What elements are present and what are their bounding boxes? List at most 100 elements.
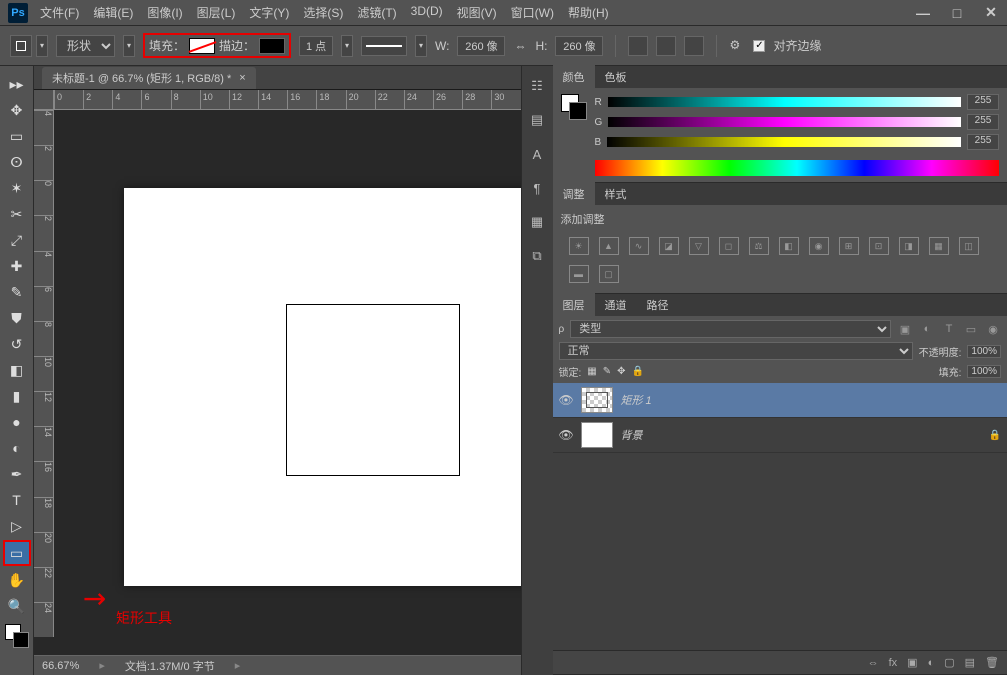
expand-icon[interactable]: ▸▸ bbox=[5, 72, 29, 96]
shape-mode-select[interactable]: 形状 bbox=[56, 35, 115, 57]
type-tool[interactable]: T bbox=[5, 488, 29, 512]
delete-layer-icon[interactable]: 🗑 bbox=[985, 656, 999, 669]
layer-thumbnail[interactable] bbox=[581, 387, 613, 413]
menu-layer[interactable]: 图层(L) bbox=[197, 4, 236, 21]
tab-paths[interactable]: 路径 bbox=[637, 293, 679, 317]
layer-mask-icon[interactable]: ▣ bbox=[907, 656, 917, 669]
layer-name[interactable]: 矩形 1 bbox=[621, 392, 652, 408]
gear-icon[interactable]: ⚙ bbox=[729, 38, 745, 54]
filter-adjust-icon[interactable]: ◐ bbox=[919, 321, 935, 337]
pen-tool[interactable]: ✒ bbox=[5, 462, 29, 486]
adj-bw-icon[interactable]: ◧ bbox=[779, 237, 799, 255]
menu-window[interactable]: 窗口(W) bbox=[511, 4, 554, 21]
adj-curves-icon[interactable]: ∿ bbox=[629, 237, 649, 255]
blur-tool[interactable]: ● bbox=[5, 410, 29, 434]
tab-layers[interactable]: 图层 bbox=[553, 293, 595, 317]
stroke-swatch[interactable] bbox=[259, 38, 285, 54]
healing-tool[interactable]: ✚ bbox=[5, 254, 29, 278]
path-select-tool[interactable]: ▷ bbox=[5, 514, 29, 538]
layer-filter-select[interactable]: 类型 bbox=[570, 320, 891, 338]
history-icon[interactable]: ☷ bbox=[527, 76, 547, 96]
crop-tool[interactable]: ✂ bbox=[5, 202, 29, 226]
minimize-button[interactable]: — bbox=[915, 5, 931, 21]
filter-smart-icon[interactable]: ◉ bbox=[985, 321, 1001, 337]
opacity-value[interactable]: 100% bbox=[967, 345, 1001, 358]
adj-exposure-icon[interactable]: ◪ bbox=[659, 237, 679, 255]
clone-icon[interactable]: ⧉ bbox=[527, 246, 547, 266]
r-slider[interactable] bbox=[608, 97, 961, 107]
menu-image[interactable]: 图像(I) bbox=[147, 4, 182, 21]
adj-balance-icon[interactable]: ⚖ bbox=[749, 237, 769, 255]
adj-gradient-icon[interactable]: ▬ bbox=[569, 265, 589, 283]
color-swatches[interactable] bbox=[5, 624, 29, 648]
dodge-tool[interactable]: ◐ bbox=[5, 436, 29, 460]
path-arrange-icon[interactable] bbox=[684, 36, 704, 56]
shape-mode-arrow[interactable]: ▾ bbox=[123, 35, 135, 57]
visibility-icon[interactable]: 👁 bbox=[559, 428, 573, 442]
new-layer-icon[interactable]: ▤ bbox=[965, 656, 975, 669]
maximize-button[interactable]: □ bbox=[949, 5, 965, 21]
menu-text[interactable]: 文字(Y) bbox=[249, 4, 289, 21]
brush-tool[interactable]: ✎ bbox=[5, 280, 29, 304]
rectangle-tool[interactable]: ▭ bbox=[3, 540, 31, 566]
ruler-vertical[interactable]: 42024681012141618202224 bbox=[34, 110, 54, 637]
ruler-horizontal[interactable]: 024681012141618202224262830 bbox=[54, 90, 521, 110]
adj-photo-icon[interactable]: ◉ bbox=[809, 237, 829, 255]
adj-mixer-icon[interactable]: ⊞ bbox=[839, 237, 859, 255]
filter-pixel-icon[interactable]: ▣ bbox=[897, 321, 913, 337]
tab-color[interactable]: 颜色 bbox=[553, 65, 595, 89]
menu-edit[interactable]: 编辑(E) bbox=[93, 4, 133, 21]
link-wh-icon[interactable]: ⇔ bbox=[513, 39, 527, 53]
link-layers-icon[interactable]: ⇔ bbox=[868, 657, 879, 669]
layer-thumbnail[interactable] bbox=[581, 422, 613, 448]
tab-styles[interactable]: 样式 bbox=[595, 182, 637, 206]
align-edges-checkbox[interactable]: ✓ bbox=[753, 40, 765, 52]
magic-wand-tool[interactable]: ✶ bbox=[5, 176, 29, 200]
paragraph-icon[interactable]: ¶ bbox=[527, 178, 547, 198]
layer-row[interactable]: 👁 背景 🔒 bbox=[553, 418, 1007, 453]
layer-fx-icon[interactable]: fx bbox=[889, 657, 898, 669]
b-value[interactable]: 255 bbox=[967, 134, 999, 150]
adj-invert-icon[interactable]: ◨ bbox=[899, 237, 919, 255]
history-brush-tool[interactable]: ↺ bbox=[5, 332, 29, 356]
fill-opacity-value[interactable]: 100% bbox=[967, 365, 1001, 378]
layer-row[interactable]: 👁 矩形 1 bbox=[553, 383, 1007, 418]
properties-icon[interactable]: ▤ bbox=[527, 110, 547, 130]
blend-mode-select[interactable]: 正常 bbox=[559, 342, 913, 360]
adj-selective-icon[interactable]: ▢ bbox=[599, 265, 619, 283]
stamp-tool[interactable]: ⛊ bbox=[5, 306, 29, 330]
adj-hue-icon[interactable]: ◻ bbox=[719, 237, 739, 255]
path-align-icon[interactable] bbox=[656, 36, 676, 56]
lasso-tool[interactable]: ⵙ bbox=[5, 150, 29, 174]
width-input[interactable] bbox=[457, 36, 505, 56]
menu-view[interactable]: 视图(V) bbox=[457, 4, 497, 21]
lock-trans-icon[interactable]: ▦ bbox=[587, 366, 596, 377]
eyedropper-tool[interactable]: ⤢ bbox=[5, 228, 29, 252]
canvas-viewport[interactable]: ↘ 矩形工具 bbox=[54, 110, 521, 637]
r-value[interactable]: 255 bbox=[967, 94, 999, 110]
layer-name[interactable]: 背景 bbox=[621, 427, 643, 443]
tab-swatches[interactable]: 色板 bbox=[595, 65, 637, 89]
close-button[interactable]: ✕ bbox=[983, 5, 999, 21]
menu-file[interactable]: 文件(F) bbox=[40, 4, 79, 21]
stroke-style-arrow[interactable]: ▾ bbox=[415, 35, 427, 57]
close-tab-icon[interactable]: × bbox=[239, 72, 245, 84]
document-tab[interactable]: 未标题-1 @ 66.7% (矩形 1, RGB/8) * × bbox=[42, 67, 256, 89]
adj-brightness-icon[interactable]: ☀ bbox=[569, 237, 589, 255]
menu-select[interactable]: 选择(S) bbox=[303, 4, 343, 21]
tab-channels[interactable]: 通道 bbox=[595, 293, 637, 317]
rectangle-shape[interactable] bbox=[286, 304, 460, 476]
tool-preset-dropdown[interactable]: ▾ bbox=[36, 35, 48, 57]
spectrum-bar[interactable] bbox=[595, 160, 1000, 176]
stroke-style-preview[interactable] bbox=[361, 36, 407, 56]
visibility-icon[interactable]: 👁 bbox=[559, 393, 573, 407]
marquee-tool[interactable]: ▭ bbox=[5, 124, 29, 148]
brushes-icon[interactable]: ▦ bbox=[527, 212, 547, 232]
height-input[interactable] bbox=[555, 36, 603, 56]
tool-preset-icon[interactable] bbox=[10, 35, 32, 57]
adj-poster-icon[interactable]: ▦ bbox=[929, 237, 949, 255]
filter-type-icon[interactable]: T bbox=[941, 321, 957, 337]
lock-pixel-icon[interactable]: ✎ bbox=[603, 366, 611, 377]
stroke-width-input[interactable] bbox=[299, 36, 333, 56]
move-tool[interactable]: ✥ bbox=[5, 98, 29, 122]
